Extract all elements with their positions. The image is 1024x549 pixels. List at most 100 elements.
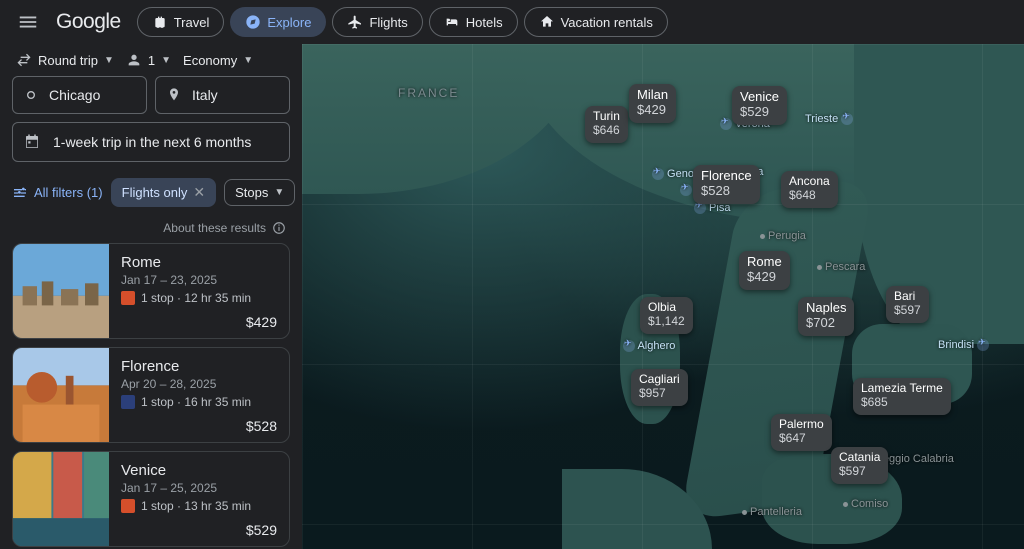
origin-value: Chicago: [49, 87, 100, 103]
results-list: Rome Jan 17 – 23, 2025 1 stop · 12 hr 35 m…: [0, 243, 302, 549]
destination-value: Italy: [192, 87, 218, 103]
trip-type-label: Round trip: [38, 53, 98, 68]
price-tag-catania[interactable]: Catania$597: [831, 447, 888, 484]
chip-label: Stops: [235, 185, 268, 200]
origin-input[interactable]: Chicago: [12, 76, 147, 114]
logo[interactable]: Google: [56, 10, 129, 34]
map-city-pescara[interactable]: Pescara: [817, 261, 865, 273]
tab-label: Travel: [174, 15, 210, 30]
trip-options-bar: Round trip ▼ 1 ▼ Economy ▼: [0, 44, 302, 76]
pin-icon: [166, 87, 182, 103]
passengers-select[interactable]: 1 ▼: [126, 52, 171, 68]
date-value: 1-week trip in the next 6 months: [53, 134, 251, 150]
price-tag-florence[interactable]: Florence$528: [693, 165, 760, 204]
price-tag-lamezia-terme[interactable]: Lamezia Terme$685: [853, 378, 951, 415]
trip-type-select[interactable]: Round trip ▼: [16, 52, 114, 68]
result-meta: 1 stop · 16 hr 35 min: [121, 395, 277, 409]
tab-travel[interactable]: Travel: [137, 7, 225, 37]
result-thumb: [13, 244, 109, 338]
result-dates: Apr 20 – 28, 2025: [121, 377, 277, 391]
map-city-comiso[interactable]: Comiso: [843, 498, 888, 510]
plane-icon: [623, 340, 635, 352]
chip-stops[interactable]: Stops ▼: [224, 179, 295, 206]
cabin-select[interactable]: Economy ▼: [183, 53, 253, 68]
map-city-pantelleria[interactable]: Pantelleria: [742, 506, 802, 518]
result-price: $529: [246, 522, 277, 538]
result-meta: 1 stop · 13 hr 35 min: [121, 499, 277, 513]
price-tag-rome[interactable]: Rome$429: [739, 251, 790, 290]
price-tag-palermo[interactable]: Palermo$647: [771, 414, 832, 451]
nav-tabs: Travel Explore Flights Hotels Vacation r…: [137, 7, 668, 37]
result-dates: Jan 17 – 25, 2025: [121, 481, 277, 495]
price-tag-naples[interactable]: Naples$702: [798, 297, 854, 336]
tab-label: Explore: [267, 15, 311, 30]
bed-icon: [444, 14, 460, 30]
result-thumb: [13, 348, 109, 442]
city-dot-icon: [843, 502, 848, 507]
tab-explore[interactable]: Explore: [230, 7, 326, 37]
about-label: About these results: [163, 221, 266, 235]
plane-icon: [720, 118, 732, 130]
chip-flights-only[interactable]: Flights only ✕: [111, 178, 216, 207]
all-filters-label: All filters (1): [34, 185, 103, 200]
result-dates: Jan 17 – 23, 2025: [121, 273, 277, 287]
city-dot-icon: [742, 510, 747, 515]
tab-label: Flights: [369, 15, 407, 30]
swap-icon: [16, 52, 32, 68]
map-city-brindisi[interactable]: Brindisi: [938, 339, 989, 351]
result-price: $429: [246, 314, 277, 330]
tab-flights[interactable]: Flights: [332, 7, 422, 37]
airline-icon: [121, 395, 135, 409]
plane-icon: [977, 339, 989, 351]
plane-icon: [652, 168, 664, 180]
tune-icon: [12, 185, 28, 201]
result-card[interactable]: FlorenceApr 20 – 28, 20251 stop · 16 hr …: [12, 347, 290, 443]
map-city-perugia[interactable]: Perugia: [760, 230, 806, 242]
price-tag-venice[interactable]: Venice$529: [732, 86, 787, 125]
map-city-alghero[interactable]: Alghero: [623, 340, 675, 352]
plane-icon: [680, 184, 692, 196]
filters-bar: All filters (1) Flights only ✕ Stops ▼ P…: [0, 172, 302, 217]
hamburger-menu[interactable]: [8, 2, 48, 42]
chevron-down-icon: ▼: [243, 55, 253, 66]
map[interactable]: FRANCE Genoa Lagna VeronaTrieste PisaPer…: [302, 44, 1024, 549]
house-icon: [539, 14, 555, 30]
result-card[interactable]: Rome Jan 17 – 23, 2025 1 stop · 12 hr 35 m…: [12, 243, 290, 339]
all-filters-button[interactable]: All filters (1): [12, 185, 103, 201]
calendar-icon: [23, 133, 41, 151]
result-meta: 1 stop · 12 hr 35 min: [121, 291, 277, 305]
person-icon: [126, 52, 142, 68]
price-tag-ancona[interactable]: Ancona$648: [781, 171, 838, 208]
cabin-label: Economy: [183, 53, 237, 68]
plane-icon: [841, 113, 853, 125]
result-city: Venice: [121, 462, 277, 479]
sidebar: Round trip ▼ 1 ▼ Economy ▼ Chicago: [0, 44, 302, 549]
date-input[interactable]: 1-week trip in the next 6 months: [12, 122, 290, 162]
price-tag-olbia[interactable]: Olbia$1,142: [640, 297, 693, 334]
about-results[interactable]: About these results: [0, 217, 302, 243]
tab-vacation-rentals[interactable]: Vacation rentals: [524, 7, 668, 37]
chevron-down-icon: ▼: [274, 187, 284, 198]
price-tag-milan[interactable]: Milan$429: [629, 84, 676, 123]
city-dot-icon: [817, 265, 822, 270]
price-tag-turin[interactable]: Turin$646: [585, 106, 628, 143]
map-city-trieste[interactable]: Trieste: [805, 113, 853, 125]
airline-icon: [121, 291, 135, 305]
header: Google Travel Explore Flights Hotels Vac…: [0, 0, 1024, 44]
close-icon[interactable]: ✕: [193, 184, 205, 201]
chevron-down-icon: ▼: [104, 55, 114, 66]
explore-icon: [245, 14, 261, 30]
tab-hotels[interactable]: Hotels: [429, 7, 518, 37]
airline-icon: [121, 499, 135, 513]
result-card[interactable]: Venice Jan 17 – 25, 2025 1 stop · 13 hr 35…: [12, 451, 290, 547]
tab-label: Vacation rentals: [561, 15, 653, 30]
price-tag-bari[interactable]: Bari$597: [886, 286, 929, 323]
circle-icon: [23, 87, 39, 103]
city-dot-icon: [760, 234, 765, 239]
result-city: Rome: [121, 254, 277, 271]
chip-label: Flights only: [122, 185, 188, 200]
passengers-label: 1: [148, 53, 155, 68]
destination-input[interactable]: Italy: [155, 76, 290, 114]
price-tag-cagliari[interactable]: Cagliari$957: [631, 369, 688, 406]
plane-icon: [694, 202, 706, 214]
